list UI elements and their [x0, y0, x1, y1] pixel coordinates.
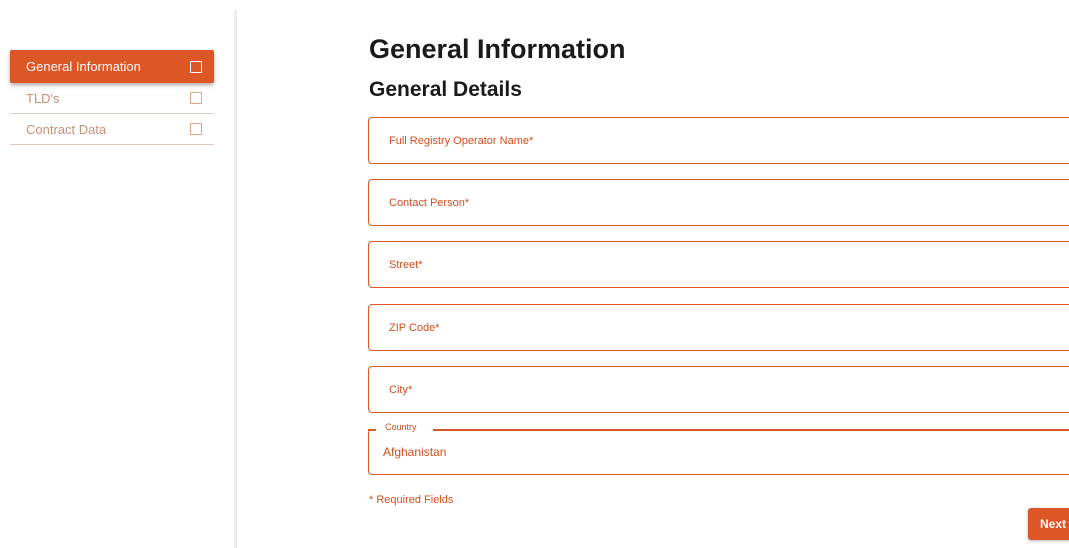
- page-title: General Information: [369, 34, 626, 64]
- outline-segment: [367, 429, 376, 431]
- country-select[interactable]: Country Afghanistan: [367, 422, 1069, 475]
- sidebar-item-contract-data[interactable]: Contract Data: [10, 114, 214, 145]
- section-title: General Details: [369, 78, 522, 101]
- sidebar-item-general-information[interactable]: General Information: [10, 50, 214, 83]
- vertical-divider: [234, 10, 237, 548]
- checkbox-icon: [190, 123, 202, 135]
- field-placeholder: Street*: [389, 258, 423, 271]
- step-sidebar: General Information TLD's Contract Data: [10, 50, 214, 145]
- required-fields-note: * Required Fields: [369, 494, 454, 506]
- country-value: Afghanistan: [383, 445, 447, 459]
- outline-segment: [433, 429, 1069, 431]
- contact-person-field[interactable]: Contact Person*: [368, 179, 1069, 226]
- field-placeholder: ZIP Code*: [389, 321, 440, 334]
- field-placeholder: Contact Person*: [389, 196, 470, 209]
- country-label: Country: [382, 422, 420, 432]
- street-field[interactable]: Street*: [368, 241, 1069, 288]
- sidebar-item-label: General Information: [26, 59, 141, 74]
- registry-operator-name-field[interactable]: Full Registry Operator Name*: [368, 117, 1069, 164]
- next-button[interactable]: Next: [1028, 508, 1069, 540]
- page: General Information TLD's Contract Data …: [0, 0, 1069, 548]
- sidebar-item-tlds[interactable]: TLD's: [10, 83, 214, 114]
- checkbox-icon: [190, 92, 202, 104]
- sidebar-item-label: TLD's: [26, 90, 60, 106]
- field-placeholder: Full Registry Operator Name*: [389, 134, 534, 147]
- zip-code-field[interactable]: ZIP Code*: [368, 304, 1069, 351]
- checkbox-icon: [190, 60, 202, 73]
- field-placeholder: City*: [389, 383, 413, 396]
- city-field[interactable]: City*: [368, 366, 1069, 413]
- sidebar-item-label: Contract Data: [26, 121, 107, 137]
